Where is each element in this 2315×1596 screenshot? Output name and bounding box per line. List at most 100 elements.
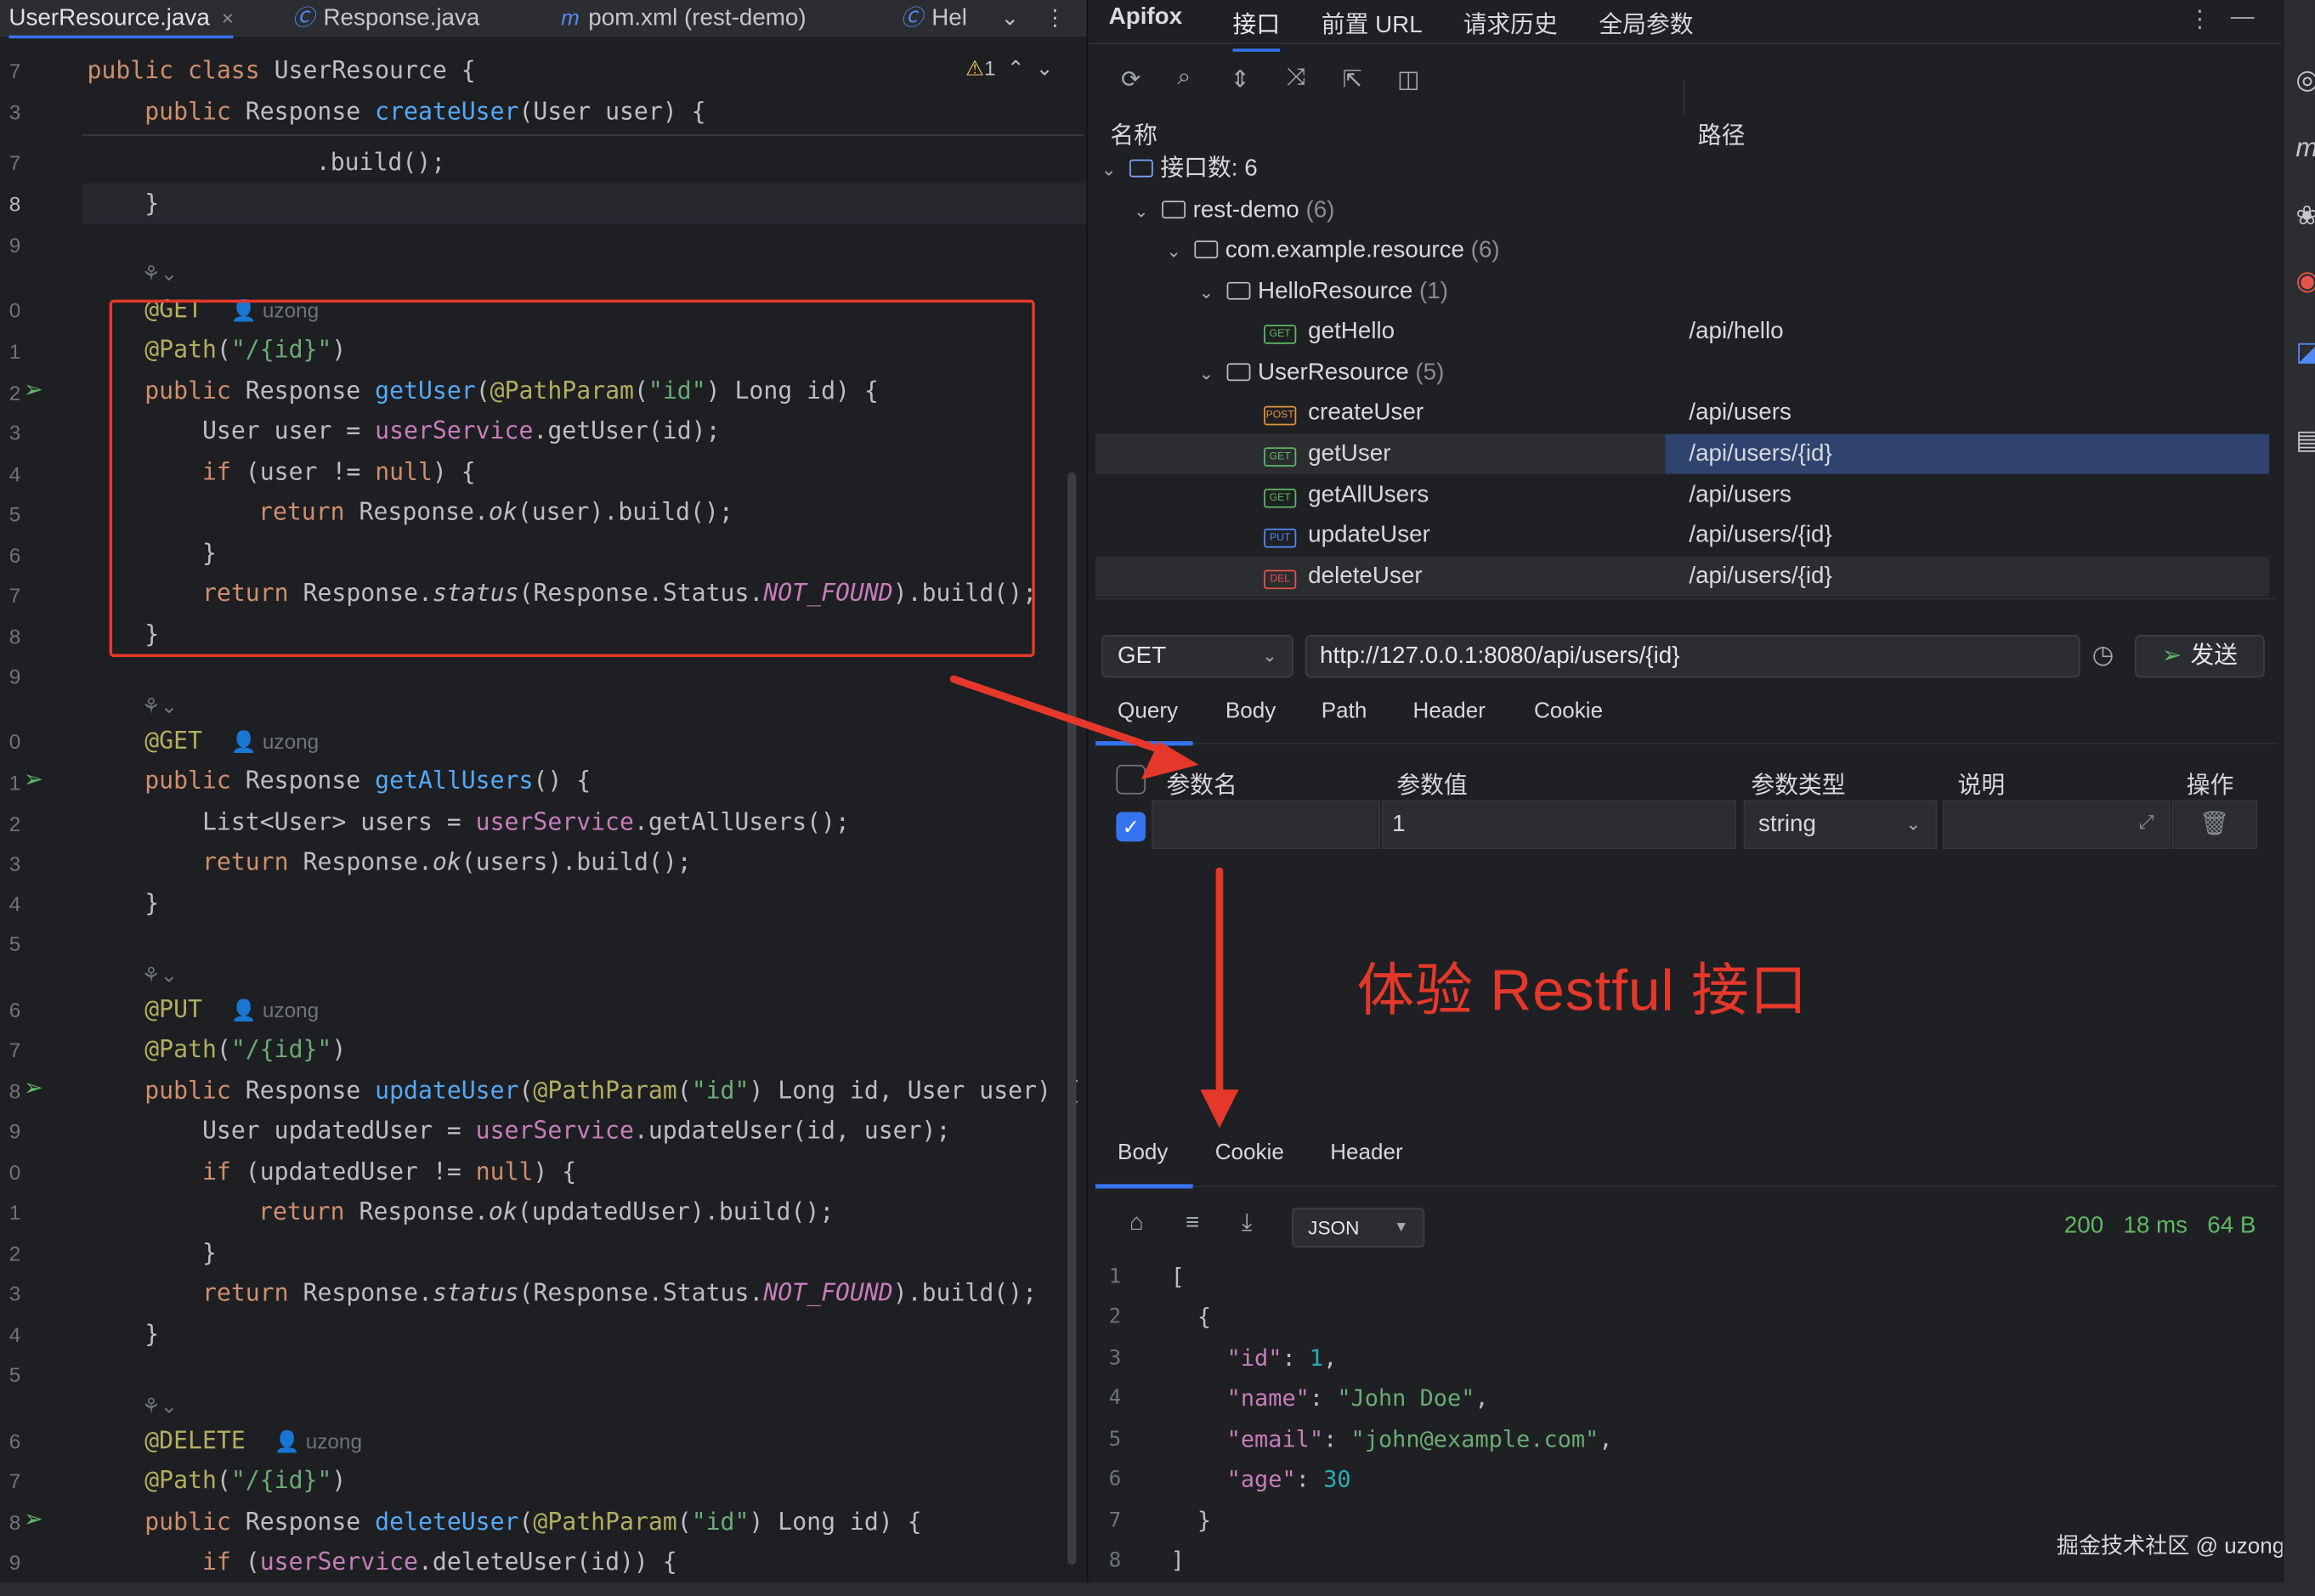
tab-hello[interactable]: Ⓒ Hel [901, 0, 967, 38]
code-line: public Response createUser(User user) { [144, 97, 706, 126]
tab-cookie[interactable]: Cookie [1534, 699, 1603, 724]
tree-count: (1) [1419, 279, 1449, 304]
chevron-down-icon[interactable]: ⌄ [1036, 56, 1053, 80]
param-desc-input[interactable]: ⤢ [1943, 800, 2171, 849]
warning-indicator[interactable]: ⚠1 ⌃ ⌄ [965, 56, 1053, 82]
download-icon[interactable]: ⤓ [1242, 1211, 1252, 1237]
apifox-icon[interactable]: ◉ [2295, 266, 2315, 297]
tab-response-header[interactable]: Header [1330, 1140, 1402, 1165]
header-param-value: 参数值 [1396, 773, 1468, 799]
refresh-icon[interactable]: ⟳ [1115, 65, 1147, 94]
minimize-icon[interactable]: — [2231, 4, 2255, 31]
param-value-input[interactable]: 1 [1382, 800, 1736, 849]
tree-package[interactable]: ⌄ com.example.resource (6) [1095, 230, 2269, 270]
tree-count: (5) [1415, 359, 1445, 386]
endpoint-name: deleteUser [1308, 563, 1423, 590]
line-number: 0 [8, 1160, 21, 1185]
endpoint-getallusers[interactable]: GET getAllUsers/api/users [1095, 475, 2269, 515]
notifications-icon[interactable]: ▤ [2295, 425, 2315, 456]
close-icon[interactable]: × [222, 6, 234, 30]
tab-userresource[interactable]: UserResource.java × [8, 0, 234, 39]
collapse-all-icon[interactable]: ⤨ [1280, 65, 1312, 91]
header-param-actions: 操作 [2186, 773, 2234, 799]
clock-icon[interactable]: ◷ [2092, 641, 2114, 671]
line-number: 5 [8, 501, 21, 526]
line-number: 3 [8, 100, 21, 124]
author-hint: uzong [305, 1429, 362, 1453]
format-select[interactable]: JSON ▼ [1292, 1208, 1425, 1248]
tab-response-cookie[interactable]: Cookie [1215, 1140, 1284, 1165]
clear-icon[interactable]: ⌂ [1129, 1211, 1144, 1237]
more-menu-icon[interactable]: ⋮ [2188, 4, 2212, 34]
tab-pom[interactable]: m pom.xml (rest-demo) [561, 0, 807, 38]
tab-response[interactable]: Ⓒ Response.java [292, 0, 479, 38]
tab-label: Hel [931, 5, 967, 31]
tab-endpoints[interactable]: 接口 [1232, 4, 1281, 52]
tab-response-body[interactable]: Body [1118, 1140, 1168, 1165]
response-stats: 200 18 ms 64 B [2064, 1214, 2256, 1240]
header-param-type: 参数类型 [1751, 773, 1846, 799]
tree-project[interactable]: ⌄ rest-demo (6) [1095, 190, 2269, 230]
param-value: 1 [1392, 812, 1406, 838]
editor-tab-bar: UserResource.java × Ⓒ Response.java m pom.x… [0, 0, 1087, 39]
endpoint-gutter-icon[interactable]: ➢ [24, 1073, 43, 1103]
apifox-header: Apifox 接口 前置 URL 请求历史 全局参数 ⋮ — [1088, 0, 2284, 52]
expand-icon[interactable]: ⤢ [2138, 811, 2154, 835]
line-number: 8 [8, 1510, 21, 1535]
code-editor[interactable]: UserResource.java × Ⓒ Response.java m pom.x… [0, 0, 1087, 1596]
line-number: 7 [8, 150, 21, 175]
trash-icon[interactable]: 🗑 [2171, 800, 2258, 849]
endpoint-gutter-icon[interactable]: ➢ [24, 765, 43, 795]
apifox-title: Apifox [1108, 4, 1183, 30]
maven-icon[interactable]: m [2295, 133, 2315, 163]
endpoint-gutter-icon[interactable]: ➢ [24, 375, 43, 405]
wrap-icon[interactable]: ≡ [1186, 1211, 1199, 1237]
gradle-icon[interactable]: ❀ [2295, 201, 2315, 231]
format-value: JSON [1308, 1216, 1360, 1239]
tab-global-params[interactable]: 全局参数 [1599, 4, 1693, 40]
line-number: 9 [8, 1550, 21, 1574]
expand-all-icon[interactable]: ⇕ [1224, 65, 1256, 94]
chevron-down-icon: ⌄ [1905, 813, 1922, 835]
endpoint-createuser[interactable]: POST createUser/api/users [1095, 393, 2269, 433]
send-button[interactable]: ➢ 发送 [2134, 635, 2265, 678]
layout-icon[interactable]: ◫ [1392, 65, 1424, 94]
tree-helloresource[interactable]: ⌄ HelloResource (1) [1095, 272, 2269, 312]
tab-prefix-url[interactable]: 前置 URL [1322, 4, 1423, 40]
param-type-select[interactable]: string ⌄ [1743, 800, 1938, 849]
chevron-down-icon[interactable]: ⌄ [1000, 6, 1019, 31]
database-icon[interactable]: ◪ [2295, 337, 2315, 367]
endpoint-path: /api/users [1689, 399, 1791, 426]
line-number: 3 [8, 1281, 21, 1305]
endpoint-getuser[interactable]: GET getUser/api/users/{id} [1095, 433, 2270, 474]
tree-userresource[interactable]: ⌄ UserResource (5) [1095, 353, 2269, 393]
tree-root[interactable]: ⌄ 接口数: 6 [1095, 149, 2269, 189]
code-line: User updatedUser = userService.updateUse… [201, 1116, 951, 1145]
endpoint-path: /api/users/{id} [1689, 523, 1832, 548]
line-number: 5 [8, 931, 21, 956]
search-icon[interactable]: ⌕ [1168, 65, 1200, 91]
endpoint-gethello[interactable]: GET getHello/api/hello [1095, 312, 2269, 352]
line-number: 7 [8, 1038, 21, 1062]
line-number: 1 [8, 770, 21, 795]
line-number: 4 [8, 891, 21, 916]
tab-header[interactable]: Header [1413, 699, 1486, 724]
url-input[interactable]: http://127.0.0.1:8080/api/users/{id} [1305, 635, 2080, 678]
tab-history[interactable]: 请求历史 [1463, 4, 1558, 40]
endpoint-gutter-icon[interactable]: ➢ [24, 1504, 43, 1534]
code-line: } [201, 1238, 217, 1267]
endpoint-path: /api/users/{id} [1689, 563, 1832, 590]
code-line: @Path("/{id}") [144, 1466, 347, 1495]
line-number: 4 [8, 461, 21, 486]
locate-icon[interactable]: ⇱ [1336, 65, 1368, 94]
code-area[interactable]: public class UserResource { public Respo… [82, 50, 1079, 1596]
ai-assistant-icon[interactable]: ◎ [2295, 65, 2315, 95]
tree-label: UserResource [1258, 359, 1409, 386]
get-method-icon: GET [1264, 447, 1297, 467]
endpoint-deleteuser[interactable]: DEL deleteUser/api/users/{id} [1095, 556, 2270, 597]
more-menu-icon[interactable]: ⋮ [1044, 6, 1066, 31]
line-number: 1 [8, 339, 21, 364]
chevron-up-icon[interactable]: ⌃ [1007, 56, 1024, 80]
endpoint-updateuser[interactable]: PUT updateUser/api/users/{id} [1095, 515, 2269, 555]
code-line: } [144, 888, 160, 917]
